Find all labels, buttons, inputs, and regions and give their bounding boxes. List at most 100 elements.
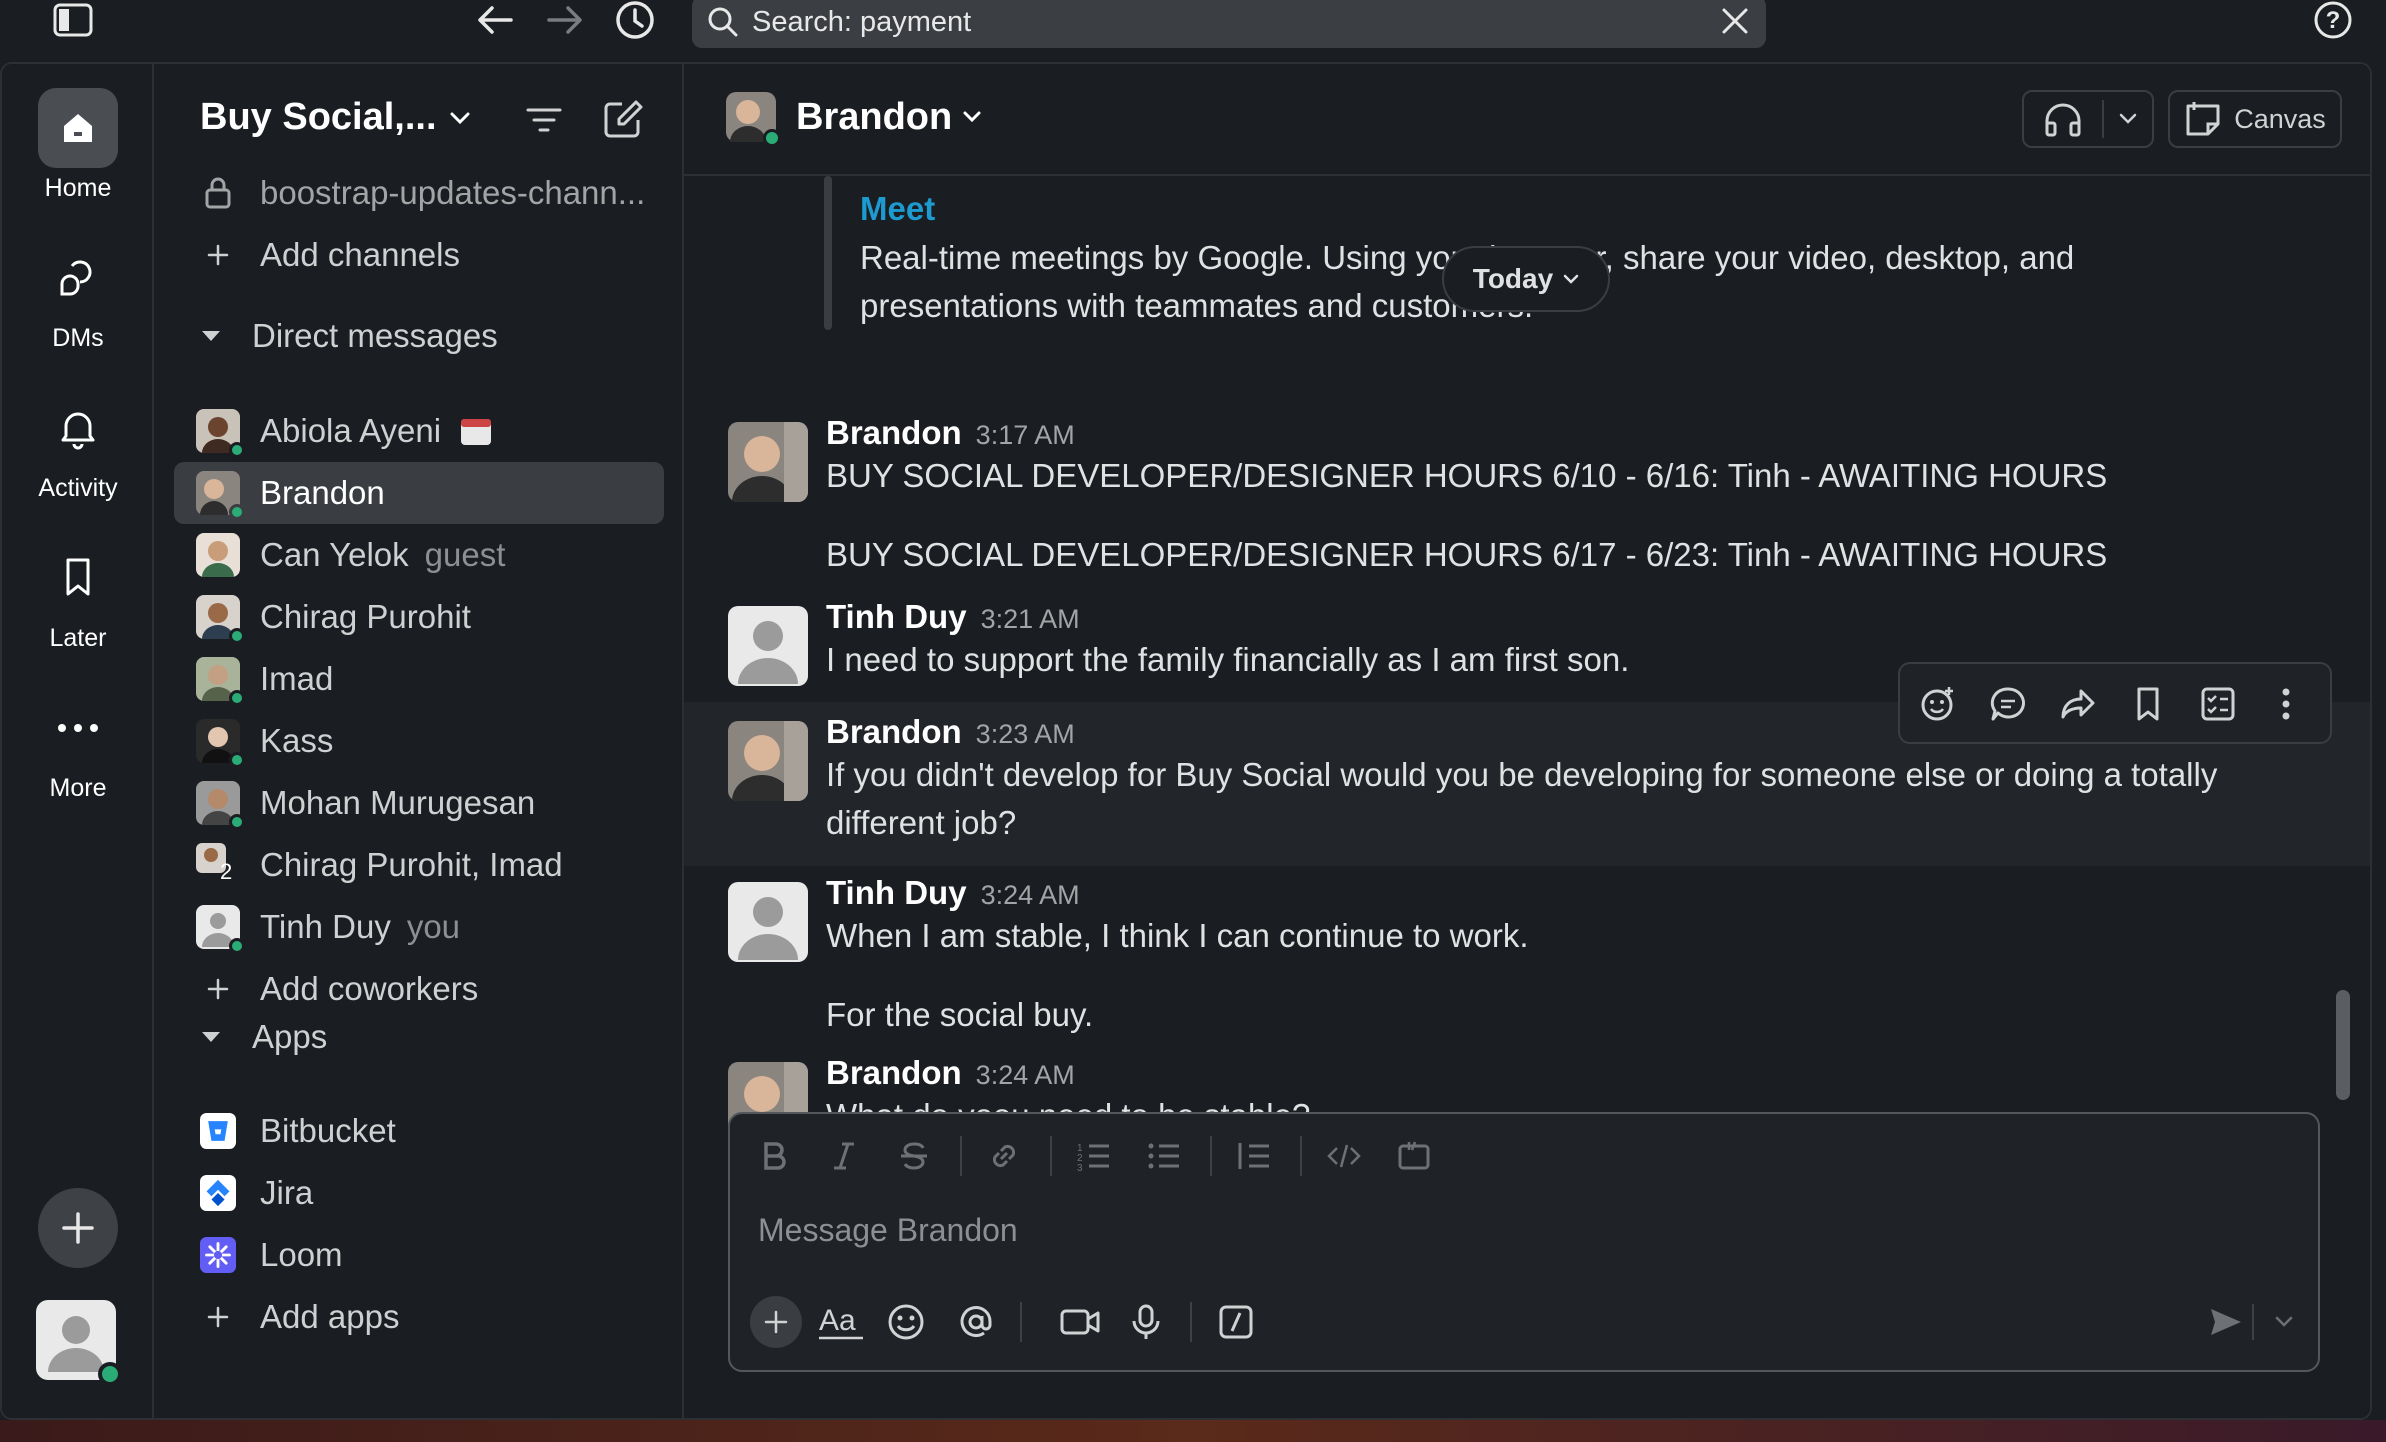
message-timestamp[interactable]: 3:24 AM bbox=[981, 880, 1080, 910]
sidebar-dm-brandon[interactable]: Brandon bbox=[174, 462, 664, 524]
app-window: Home DMs Activity Later More Buy Social,… bbox=[0, 62, 2372, 1420]
slash-command-icon[interactable] bbox=[1216, 1302, 1256, 1342]
dm-section-header[interactable]: Direct messages bbox=[200, 317, 498, 355]
checklist-icon[interactable] bbox=[2198, 684, 2238, 724]
avatar[interactable] bbox=[728, 882, 808, 962]
close-icon[interactable] bbox=[1718, 4, 1752, 38]
numbered-list-icon[interactable]: 123 bbox=[1074, 1136, 1114, 1176]
message-author[interactable]: Brandon bbox=[826, 414, 962, 451]
home-icon[interactable] bbox=[38, 88, 118, 168]
huddle-button[interactable] bbox=[2022, 90, 2154, 148]
app-name: Bitbucket bbox=[260, 1112, 396, 1149]
add-coworkers-button[interactable]: Add coworkers bbox=[174, 958, 664, 1020]
bulleted-list-icon[interactable] bbox=[1144, 1136, 1184, 1176]
sidebar-app-loom[interactable]: Loom bbox=[174, 1224, 664, 1286]
message-author[interactable]: Brandon bbox=[826, 713, 962, 750]
video-icon[interactable] bbox=[1056, 1302, 1104, 1342]
plus-icon bbox=[200, 237, 236, 273]
workspace-switcher[interactable]: Buy Social,... bbox=[200, 96, 471, 139]
microphone-icon[interactable] bbox=[1126, 1302, 1166, 1342]
rail-activity[interactable]: Activity bbox=[2, 388, 154, 503]
scrollbar-thumb[interactable] bbox=[2336, 990, 2350, 1100]
dm-name: Brandon bbox=[260, 474, 385, 511]
link-icon[interactable] bbox=[984, 1136, 1024, 1176]
rail-home[interactable]: Home bbox=[2, 88, 154, 203]
rail-later[interactable]: Later bbox=[2, 538, 154, 653]
avatar[interactable] bbox=[728, 721, 808, 801]
code-block-icon[interactable] bbox=[1394, 1136, 1434, 1176]
bookmark-icon[interactable] bbox=[2128, 684, 2168, 724]
chevron-down-icon[interactable] bbox=[2104, 113, 2152, 125]
message-timestamp[interactable]: 3:23 AM bbox=[976, 719, 1075, 749]
compose-icon[interactable] bbox=[602, 98, 644, 140]
mention-icon[interactable] bbox=[956, 1302, 996, 1342]
message-timestamp[interactable]: 3:17 AM bbox=[976, 420, 1075, 450]
dm-name: Kass bbox=[260, 722, 334, 759]
attach-plus-button[interactable] bbox=[750, 1296, 802, 1348]
sidebar-dm-chirag[interactable]: Chirag Purohit bbox=[174, 586, 664, 648]
message-timestamp[interactable]: 3:24 AM bbox=[976, 1060, 1075, 1090]
dm-name: Tinh Duy bbox=[260, 908, 391, 945]
app-name: Jira bbox=[260, 1174, 314, 1211]
bold-icon[interactable] bbox=[754, 1136, 794, 1176]
bell-icon[interactable] bbox=[38, 388, 118, 468]
sidebar-dm-group[interactable]: 2 Chirag Purohit, Imad bbox=[174, 834, 664, 896]
sidebar-app-jira[interactable]: Jira bbox=[174, 1162, 664, 1224]
search-bar[interactable]: Search: payment bbox=[692, 0, 1766, 48]
chevron-down-icon[interactable] bbox=[2264, 1302, 2304, 1342]
sidebar-dm-abiola[interactable]: Abiola Ayeni bbox=[174, 400, 664, 462]
more-vertical-icon[interactable] bbox=[2266, 684, 2306, 724]
italic-icon[interactable] bbox=[824, 1136, 864, 1176]
help-icon[interactable]: ? bbox=[2308, 0, 2358, 40]
group-count-badge: 2 bbox=[220, 859, 233, 884]
dm-you-tag: you bbox=[406, 908, 461, 945]
blockquote-icon[interactable] bbox=[1234, 1136, 1274, 1176]
message-author[interactable]: Tinh Duy bbox=[826, 874, 967, 911]
sidebar-dm-mohan[interactable]: Mohan Murugesan bbox=[174, 772, 664, 834]
conversation-title-button[interactable]: Brandon bbox=[726, 92, 982, 147]
filter-icon[interactable] bbox=[524, 104, 564, 136]
dm-name: Chirag Purohit bbox=[260, 598, 471, 635]
forward-icon[interactable] bbox=[2058, 684, 2098, 724]
send-icon[interactable] bbox=[2206, 1302, 2246, 1342]
message-author[interactable]: Tinh Duy bbox=[826, 598, 967, 635]
sidebar-dm-kass[interactable]: Kass bbox=[174, 710, 664, 772]
history-clock-icon[interactable] bbox=[610, 0, 660, 40]
add-apps-button[interactable]: Add apps bbox=[174, 1286, 664, 1348]
rail-more[interactable]: More bbox=[2, 688, 154, 803]
caret-down-icon bbox=[202, 331, 220, 341]
add-reaction-icon[interactable] bbox=[1918, 684, 1958, 724]
formatting-toggle-icon[interactable]: Aa bbox=[816, 1302, 866, 1342]
apps-section-header[interactable]: Apps bbox=[200, 1018, 327, 1056]
emoji-icon[interactable] bbox=[886, 1302, 926, 1342]
sidebar-toggle-icon[interactable] bbox=[48, 0, 98, 40]
preview-title-link[interactable]: Meet bbox=[860, 190, 935, 228]
sidebar-app-bitbucket[interactable]: Bitbucket bbox=[174, 1100, 664, 1162]
reply-thread-icon[interactable] bbox=[1988, 684, 2028, 724]
strikethrough-icon[interactable] bbox=[894, 1136, 934, 1176]
message-input[interactable]: Message Brandon bbox=[758, 1212, 1018, 1249]
canvas-button[interactable]: Canvas bbox=[2168, 90, 2342, 148]
add-workspace-button[interactable] bbox=[38, 1188, 118, 1268]
loom-icon bbox=[200, 1237, 236, 1273]
sidebar-dm-imad[interactable]: Imad bbox=[174, 648, 664, 710]
avatar[interactable] bbox=[728, 606, 808, 686]
bookmark-icon[interactable] bbox=[38, 538, 118, 618]
forward-arrow-icon[interactable] bbox=[540, 0, 590, 40]
back-arrow-icon[interactable] bbox=[470, 0, 520, 40]
message-timestamp[interactable]: 3:21 AM bbox=[981, 604, 1080, 634]
sidebar-channel-private[interactable]: boostrap-updates-chann... bbox=[174, 162, 664, 224]
sidebar-dm-self[interactable]: Tinh Duy you bbox=[174, 896, 664, 958]
headphones-icon[interactable] bbox=[2024, 101, 2102, 137]
dms-icon[interactable] bbox=[38, 238, 118, 318]
code-icon[interactable] bbox=[1324, 1136, 1364, 1176]
avatar[interactable] bbox=[728, 422, 808, 502]
sidebar-dm-can[interactable]: Can Yelok guest bbox=[174, 524, 664, 586]
message-author[interactable]: Brandon bbox=[826, 1054, 962, 1091]
more-dots-icon[interactable] bbox=[38, 688, 118, 768]
date-divider-pill[interactable]: Today bbox=[1442, 246, 1610, 312]
message-text: When I am stable, I think I can continue… bbox=[826, 917, 1529, 954]
user-avatar[interactable] bbox=[36, 1300, 122, 1386]
rail-dms[interactable]: DMs bbox=[2, 238, 154, 353]
add-channels-button[interactable]: Add channels bbox=[174, 224, 664, 286]
